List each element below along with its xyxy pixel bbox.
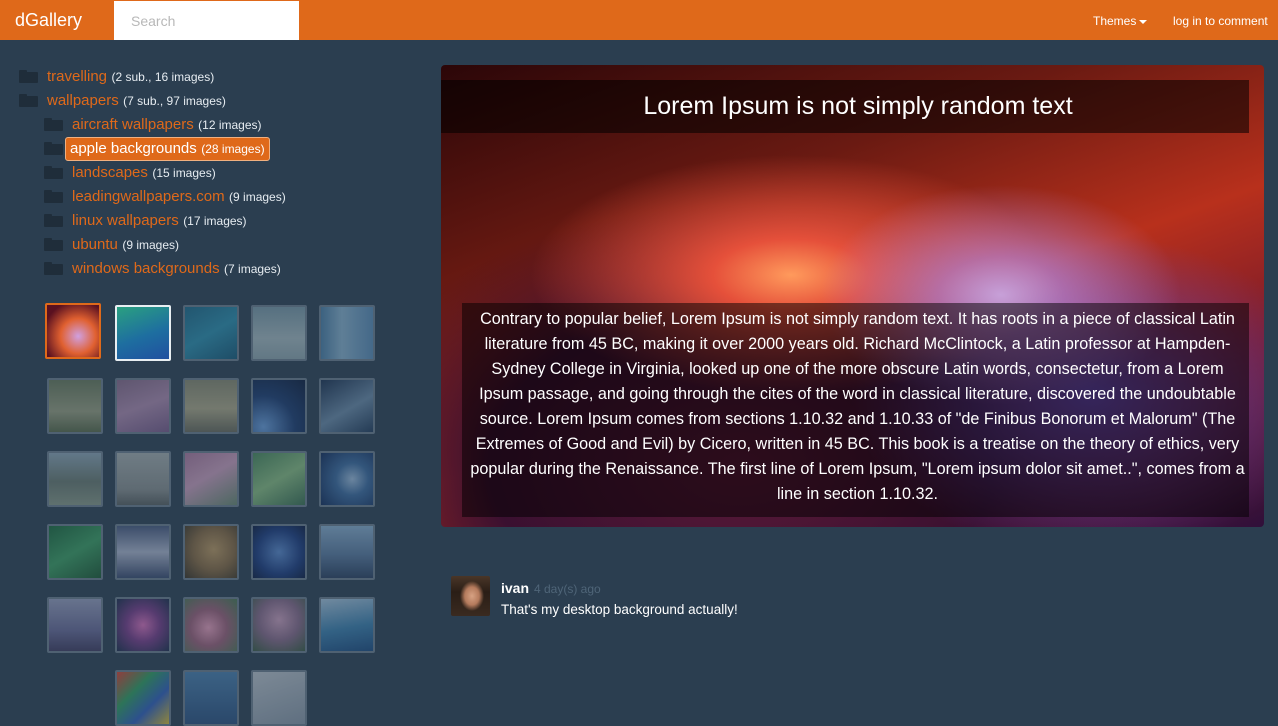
tree-item-aircraft-wallpapers[interactable]: aircraft wallpapers (12 images) <box>44 114 262 136</box>
thumbnail[interactable] <box>115 378 171 434</box>
thumbnail[interactable] <box>251 670 307 726</box>
themes-dropdown[interactable]: Themes <box>1093 14 1148 28</box>
thumbnail[interactable] <box>115 670 171 726</box>
tree-item-count: (12 images) <box>198 118 262 132</box>
thumbnail[interactable] <box>47 378 103 434</box>
tree-item-apple-backgrounds[interactable]: apple backgrounds (28 images) <box>44 137 270 161</box>
image-description: Contrary to popular belief, Lorem Ipsum … <box>470 310 1245 503</box>
tree-item-count: (28 images) <box>201 142 265 156</box>
thumbnail[interactable] <box>183 378 239 434</box>
thumbnail[interactable] <box>251 597 307 653</box>
tree-item-leadingwallpapers[interactable]: leadingwallpapers.com (9 images) <box>44 186 286 208</box>
tree-item-count: (9 images) <box>122 238 180 252</box>
thumbnail[interactable] <box>45 303 101 359</box>
tree-item-label[interactable]: linux wallpapers <box>72 212 179 229</box>
tree-item-label[interactable]: apple backgrounds <box>70 140 197 157</box>
comment-timestamp: 4 day(s) ago <box>534 582 601 596</box>
comment-text: That's my desktop background actually! <box>501 602 738 617</box>
thumbnail[interactable] <box>319 524 375 580</box>
thumbnail[interactable] <box>115 451 171 507</box>
tree-item-label[interactable]: aircraft wallpapers <box>72 116 194 133</box>
main-image[interactable]: Lorem Ipsum is not simply random text Co… <box>441 65 1264 527</box>
caret-down-icon <box>1139 19 1148 24</box>
brand-logo[interactable]: dGallery <box>15 10 82 31</box>
tree-item-ubuntu[interactable]: ubuntu (9 images) <box>44 234 179 256</box>
thumbnail[interactable] <box>183 597 239 653</box>
tree-item-count: (7 images) <box>224 262 281 276</box>
tree-item-label[interactable]: travelling <box>47 68 107 85</box>
tree-item-label[interactable]: leadingwallpapers.com <box>72 188 225 205</box>
thumbnail[interactable] <box>47 597 103 653</box>
thumbnail[interactable] <box>183 670 239 726</box>
login-link[interactable]: log in to comment <box>1173 14 1268 28</box>
tree-item-count: (15 images) <box>152 166 216 180</box>
thumbnail[interactable] <box>251 451 307 507</box>
thumbnail[interactable] <box>251 305 307 361</box>
themes-label: Themes <box>1093 14 1137 28</box>
thumbnail[interactable] <box>183 305 239 361</box>
folder-icon <box>44 142 63 156</box>
thumbnail[interactable] <box>115 597 171 653</box>
tree-item-label[interactable]: landscapes <box>72 164 148 181</box>
folder-icon <box>44 118 63 132</box>
thumbnail[interactable] <box>251 524 307 580</box>
thumbnail[interactable] <box>251 378 307 434</box>
folder-icon <box>19 70 38 84</box>
tree-item-label[interactable]: ubuntu <box>72 236 118 253</box>
tree-item-count: (17 images) <box>183 214 247 228</box>
tree-item-windows-backgrounds[interactable]: windows backgrounds (7 images) <box>44 258 281 280</box>
tree-item-label[interactable]: wallpapers <box>47 92 119 109</box>
thumbnail[interactable] <box>183 451 239 507</box>
folder-icon <box>44 190 63 204</box>
thumbnail[interactable] <box>183 524 239 580</box>
thumbnail[interactable] <box>47 524 103 580</box>
tree-item-linux-wallpapers[interactable]: linux wallpapers (17 images) <box>44 210 247 232</box>
thumbnail[interactable] <box>115 305 171 361</box>
folder-icon <box>44 166 63 180</box>
thumbnail[interactable] <box>319 597 375 653</box>
search-input[interactable] <box>114 1 299 40</box>
thumbnail[interactable] <box>319 378 375 434</box>
folder-icon <box>44 262 63 276</box>
tree-item-count: (2 sub., 16 images) <box>111 70 215 84</box>
top-navbar: dGallery Themes log in to comment <box>0 0 1278 40</box>
thumbnail[interactable] <box>47 451 103 507</box>
folder-icon <box>19 94 38 108</box>
comment-author[interactable]: ivan <box>501 580 529 596</box>
thumbnail[interactable] <box>319 451 375 507</box>
avatar <box>451 576 490 616</box>
tree-item-count: (9 images) <box>229 190 286 204</box>
tree-item-wallpapers[interactable]: wallpapers (7 sub., 97 images) <box>19 90 226 112</box>
tree-item-label[interactable]: windows backgrounds <box>72 260 220 277</box>
tree-item-count: (7 sub., 97 images) <box>123 94 226 108</box>
folder-icon <box>44 214 63 228</box>
active-highlight[interactable]: apple backgrounds (28 images) <box>65 137 270 161</box>
thumbnail[interactable] <box>115 524 171 580</box>
tree-item-landscapes[interactable]: landscapes (15 images) <box>44 162 216 184</box>
image-title: Lorem Ipsum is not simply random text <box>643 92 1073 120</box>
thumbnail[interactable] <box>319 305 375 361</box>
folder-icon <box>44 238 63 252</box>
tree-item-travelling[interactable]: travelling (2 sub., 16 images) <box>19 66 214 88</box>
